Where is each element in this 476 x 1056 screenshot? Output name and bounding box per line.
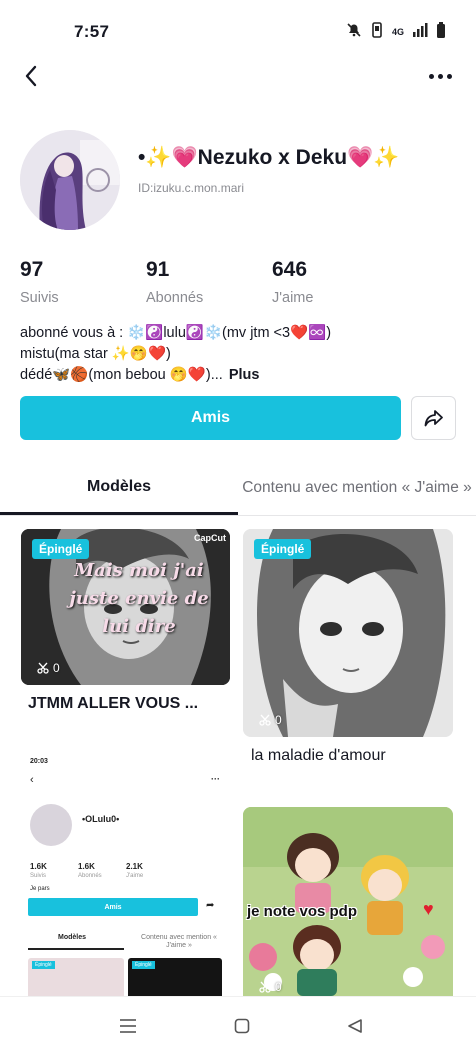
tab-liked-content[interactable]: Contenu avec mention « J'aime »: [238, 478, 476, 497]
stat-likes-value: 646: [272, 258, 308, 281]
mini-tab: Modèles: [58, 934, 87, 941]
view-count: 0: [259, 713, 282, 727]
bio-line: dédé🦋🏀(mon bebou 🤭❤️)...: [20, 367, 223, 383]
capcut-watermark: CapCut: [194, 533, 226, 543]
video-thumbnail: [243, 807, 453, 996]
mini-stat-label: J'aime: [126, 873, 144, 879]
mini-share-icon: ➦: [206, 900, 215, 911]
tab-models[interactable]: Modèles: [0, 478, 238, 496]
heart-icon: ♥: [423, 899, 434, 919]
mini-stat-label: Suivis: [30, 873, 47, 879]
top-bar: [0, 60, 476, 96]
mini-name: •OLulu0•: [82, 814, 120, 824]
more-options-button[interactable]: [426, 62, 454, 90]
bio-more-link[interactable]: Plus: [229, 367, 260, 383]
mini-stat: 1.6K: [30, 862, 47, 871]
home-button[interactable]: [227, 1013, 257, 1039]
battery-icon: [436, 22, 446, 41]
profile-stats: 97 Suivis 91 Abonnés 646 J'aime: [20, 258, 460, 308]
triangle-back-icon: [348, 1019, 362, 1033]
stat-followers-value: 91: [146, 258, 170, 281]
stat-followers[interactable]: 91 Abonnés: [146, 258, 203, 306]
view-count: 0: [259, 980, 282, 994]
status-time: 7:57: [74, 22, 110, 41]
video-card[interactable]: je note vos pdp ♥ 0: [243, 807, 453, 996]
scissors-icon: [259, 981, 271, 993]
video-overlay-text: Mais moi j'ai juste envie de lui dire: [69, 560, 209, 637]
mini-stat-label: Abonnés: [78, 873, 102, 879]
mini-bio: Je pars: [30, 886, 50, 892]
signal-icon: [412, 23, 428, 40]
stat-following-value: 97: [20, 258, 44, 281]
mini-tab: Contenu avec mention « J'aime »: [141, 934, 217, 949]
avatar[interactable]: [20, 130, 120, 230]
chevron-left-icon: [25, 65, 37, 87]
mini-thumb: Épinglé: [28, 958, 124, 996]
profile-bio: abonné vous à : ❄️☯️lulu☯️❄️(mv jtm <3❤️…: [20, 323, 460, 386]
network-label: 4G: [391, 26, 404, 37]
mini-time: 20:03: [30, 758, 48, 765]
scissors-icon: [37, 662, 49, 674]
tab-indicator: [0, 512, 238, 515]
mini-friends-button: Amis: [28, 898, 198, 916]
more-dots-icon: [428, 73, 434, 79]
share-icon: [424, 410, 443, 427]
bio-line: abonné vous à : ❄️☯️lulu☯️❄️(mv jtm <3❤️…: [20, 325, 332, 341]
view-count-value: 0: [275, 713, 282, 727]
stat-likes[interactable]: 646 J'aime: [272, 258, 313, 306]
system-back-button[interactable]: [340, 1013, 370, 1039]
video-caption[interactable]: JTMM ALLER VOUS ...: [28, 695, 198, 713]
video-caption[interactable]: la maladie d'amour: [251, 747, 386, 765]
mute-icon: [346, 22, 362, 41]
back-button[interactable]: [18, 62, 46, 90]
view-count: 0: [37, 661, 60, 675]
scissors-icon: [259, 714, 271, 726]
stat-likes-label: J'aime: [272, 290, 314, 306]
pinned-badge: Épinglé: [254, 539, 312, 559]
stat-following[interactable]: 97 Suivis: [20, 258, 59, 306]
content-tabs: Modèles Contenu avec mention « J'aime »: [0, 470, 476, 516]
video-thumbnail: [243, 529, 453, 737]
recent-apps-button[interactable]: [113, 1013, 143, 1039]
profile-user-id: ID:izuku.c.mon.mari: [138, 181, 245, 195]
video-overlay-text: je note vos pdp: [247, 903, 358, 920]
video-card[interactable]: Mais moi j'ai juste envie de lui dire Ca…: [21, 529, 230, 685]
mini-back-icon: ‹: [30, 774, 34, 786]
mini-thumb: Épinglé: [128, 958, 222, 996]
bio-line: mistu(ma star ✨🤭❤️): [20, 346, 171, 362]
mini-stat: 1.6K: [78, 862, 95, 871]
system-navigation-bar: [0, 996, 476, 1056]
video-card[interactable]: Épinglé 0: [243, 529, 453, 737]
video-card[interactable]: 20:03 ‹ ··· •OLulu0• 1.6K Suivis 1.6K Ab…: [20, 752, 230, 996]
share-button[interactable]: [411, 396, 456, 440]
pinned-badge: Épinglé: [32, 539, 90, 559]
status-bar: 7:57 4G: [0, 0, 476, 56]
mini-more-icon: ···: [211, 774, 220, 784]
mini-stat: 2.1K: [126, 862, 143, 871]
stat-following-label: Suivis: [20, 290, 59, 306]
stat-followers-label: Abonnés: [146, 290, 204, 306]
mini-avatar: [30, 804, 72, 846]
view-count-value: 0: [53, 661, 60, 675]
view-count-value: 0: [275, 980, 282, 994]
profile-display-name: •✨💗Nezuko x Deku💗✨: [138, 146, 400, 169]
square-icon: [234, 1018, 250, 1034]
friends-button[interactable]: Amis: [20, 396, 401, 440]
menu-lines-icon: [120, 1019, 136, 1033]
vibrate-icon: [370, 22, 384, 41]
